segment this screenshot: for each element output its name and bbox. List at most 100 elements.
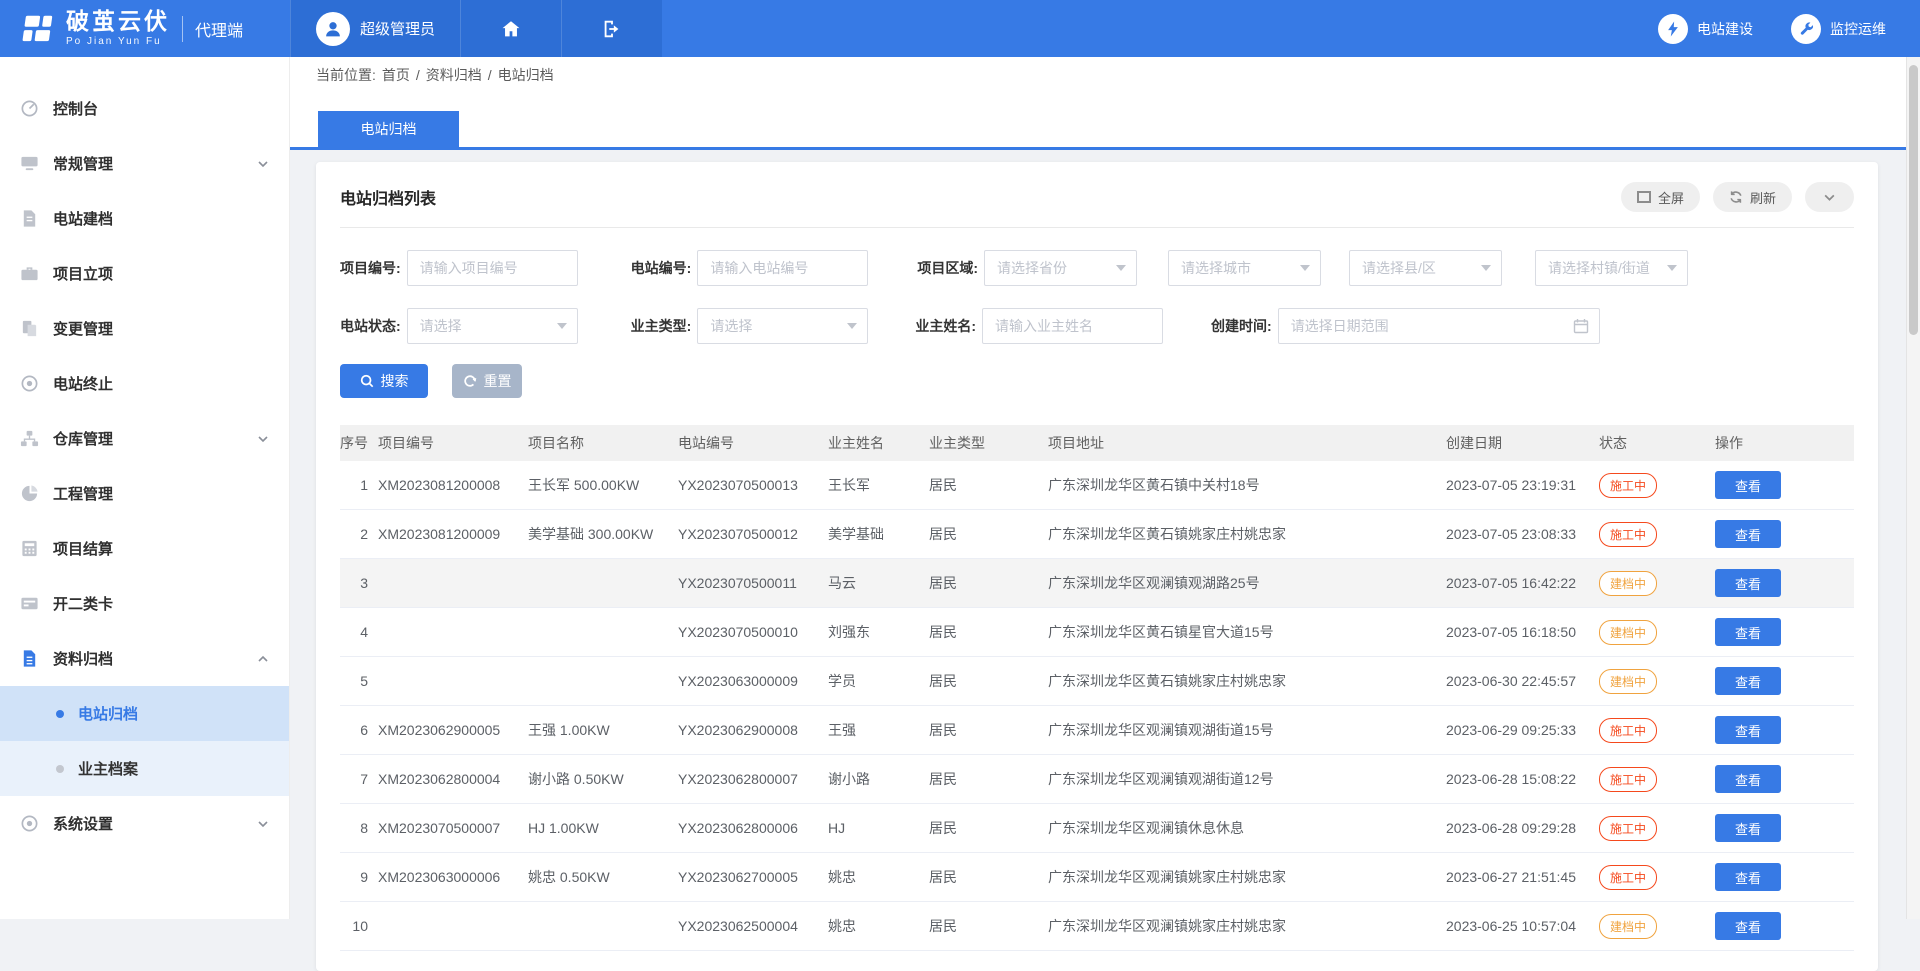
view-button[interactable]: 查看 [1715,520,1781,548]
briefcase-icon [20,264,39,283]
table-row: 3 YX2023070500011 马云 居民 广东深圳龙华区观澜镇观湖路25号… [340,559,1854,608]
status-badge: 施工中 [1599,865,1657,890]
table-row: 6 XM2023062900005 王强 1.00KW YX2023062900… [340,706,1854,755]
filter-actions: 搜索 重置 [340,364,1854,398]
date-range-input[interactable]: 请选择日期范围 [1278,308,1600,344]
breadcrumb-home[interactable]: 首页 [382,65,410,85]
owner-type-select[interactable]: 请选择 [697,308,868,344]
sidebar-item-project-settlement[interactable]: 项目结算 [0,521,289,576]
sidebar-item-owner-archive[interactable]: 业主档案 [0,741,289,796]
search-icon [360,374,374,388]
station-archive-table: 序号 项目编号 项目名称 电站编号 业主姓名 业主类型 项目地址 创建日期 状态… [340,425,1854,951]
created-time-label: 创建时间: [1211,316,1272,336]
lightning-icon [1658,14,1688,44]
view-button[interactable]: 查看 [1715,765,1781,793]
owner-name-input[interactable] [982,308,1163,344]
sidebar-item-station-termination[interactable]: 电站终止 [0,356,289,411]
view-button[interactable]: 查看 [1715,618,1781,646]
station-no-input[interactable] [697,250,868,286]
status-badge: 施工中 [1599,473,1657,498]
status-badge: 施工中 [1599,718,1657,743]
sidebar-item-engineering-management[interactable]: 工程管理 [0,466,289,521]
dashboard-icon [20,99,39,118]
refresh-button[interactable]: 刷新 [1713,182,1792,212]
sidebar-item-warehouse-management[interactable]: 仓库管理 [0,411,289,466]
data-archive-submenu: 电站归档 业主档案 [0,686,289,796]
monitor-icon [20,154,39,173]
record-icon [20,374,39,393]
station-status-label: 电站状态: [340,316,401,336]
home-icon [500,18,522,40]
station-status-select[interactable]: 请选择 [407,308,578,344]
content-area: 电站归档列表 全屏 刷新 [290,150,1920,971]
id-card-icon [20,594,39,613]
table-row: 8 XM2023070500007 HJ 1.00KW YX2023062800… [340,804,1854,853]
sidebar-item-station-filing[interactable]: 电站建档 [0,191,289,246]
home-button[interactable] [460,0,561,57]
caret-down-icon [847,323,857,329]
table-row: 9 XM2023063000006 姚忠 0.50KW YX2023062700… [340,853,1854,902]
view-button[interactable]: 查看 [1715,863,1781,891]
logout-button[interactable] [561,0,662,57]
filter-row-1: 项目编号: 电站编号: 项目区域: 请选择省份 请选择城市 请选择县/区 [340,250,1854,286]
divider [340,227,1854,228]
fullscreen-button[interactable]: 全屏 [1621,182,1700,212]
sidebar-item-project-initiation[interactable]: 项目立项 [0,246,289,301]
status-badge: 施工中 [1599,522,1657,547]
view-button[interactable]: 查看 [1715,716,1781,744]
sidebar-item-change-management[interactable]: 变更管理 [0,301,289,356]
view-button[interactable]: 查看 [1715,912,1781,940]
sidebar-item-system-settings[interactable]: 系统设置 [0,796,289,851]
station-archive-panel: 电站归档列表 全屏 刷新 [316,162,1878,971]
filter-row-2: 电站状态: 请选择 业主类型: 请选择 业主姓名: 创建时间: 请选择日期范围 [340,308,1854,344]
view-button[interactable]: 查看 [1715,569,1781,597]
view-button[interactable]: 查看 [1715,814,1781,842]
chevron-down-icon [257,158,269,170]
main-area: 当前位置: 首页 / 资料归档 / 电站归档 电站归档 电站归档列表 全屏 [290,57,1920,919]
sidebar-item-open-card[interactable]: 开二类卡 [0,576,289,631]
collapse-button[interactable] [1805,182,1854,212]
fullscreen-icon [1637,191,1651,203]
chevron-down-icon [257,433,269,445]
sidebar-item-general-management[interactable]: 常规管理 [0,136,289,191]
view-button[interactable]: 查看 [1715,667,1781,695]
tab-station-archive[interactable]: 电站归档 [318,111,459,147]
view-button[interactable]: 查看 [1715,471,1781,499]
nav-station-construction[interactable]: 电站建设 [1658,14,1753,44]
district-select[interactable]: 请选择县/区 [1349,250,1502,286]
table-header: 序号 项目编号 项目名称 电站编号 业主姓名 业主类型 项目地址 创建日期 状态… [340,425,1854,461]
top-bar: 破茧云伏 Po Jian Yun Fu 代理端 超级管理员 电站建设 [0,0,1920,57]
breadcrumb-station-archive[interactable]: 电站归档 [498,65,554,85]
table-row: 7 XM2023062800004 谢小路 0.50KW YX202306280… [340,755,1854,804]
document-icon [20,209,39,228]
user-menu[interactable]: 超级管理员 [290,0,460,57]
copy-icon [20,319,39,338]
sidebar-item-dashboard[interactable]: 控制台 [0,81,289,136]
breadcrumb-data-archive[interactable]: 资料归档 [426,65,482,85]
sidebar-item-data-archive[interactable]: 资料归档 [0,631,289,686]
settings-icon [20,814,39,833]
table-row: 2 XM2023081200009 美学基础 300.00KW YX202307… [340,510,1854,559]
caret-down-icon [1300,265,1310,271]
breadcrumb: 当前位置: 首页 / 资料归档 / 电站归档 [290,57,1920,93]
caret-down-icon [1481,265,1491,271]
table-row: 10 YX2023062500004 姚忠 居民 广东深圳龙华区观澜镇姚家庄村姚… [340,902,1854,951]
project-no-label: 项目编号: [340,258,401,278]
town-select[interactable]: 请选择村镇/街道 [1535,250,1688,286]
reset-button[interactable]: 重置 [452,364,522,398]
owner-name-label: 业主姓名: [915,316,976,336]
bullet-icon [56,710,64,718]
province-select[interactable]: 请选择省份 [984,250,1137,286]
nav-monitor-ops[interactable]: 监控运维 [1791,14,1886,44]
chevron-down-icon [1823,191,1836,204]
search-button[interactable]: 搜索 [340,364,428,398]
breadcrumb-separator: / [488,67,492,83]
city-select[interactable]: 请选择城市 [1168,250,1321,286]
panel-toolbar: 全屏 刷新 [1621,182,1854,212]
scrollbar-thumb[interactable] [1909,65,1918,335]
archive-file-icon [20,649,39,668]
project-no-input[interactable] [407,250,578,286]
status-badge: 施工中 [1599,816,1657,841]
bullet-icon [56,765,64,773]
sidebar-item-station-archive[interactable]: 电站归档 [0,686,289,741]
